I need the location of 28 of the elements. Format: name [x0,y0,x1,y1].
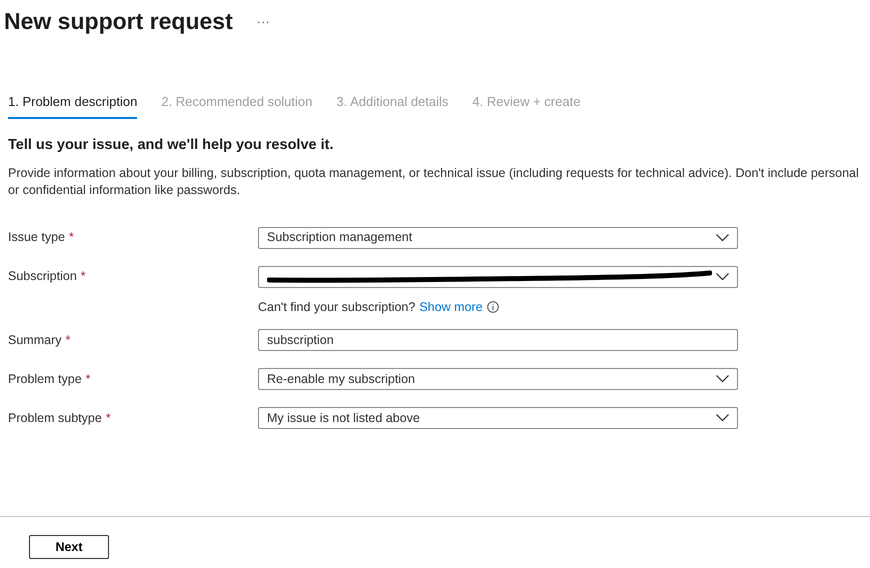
show-more-link[interactable]: Show more [419,298,483,316]
more-button[interactable]: ··· [256,12,270,32]
field-label: Subscription [8,268,77,286]
required-mark: * [68,229,74,246]
dropdown-field[interactable]: Subscription management [258,226,738,249]
chevron-down-icon [716,234,729,242]
step-tab[interactable]: 1. Problem description [8,92,138,120]
field-label: Summary [8,332,62,349]
field-label: Issue type [8,229,65,246]
dropdown-field[interactable] [258,266,738,288]
help-text: Can't find your subscription? [258,298,416,316]
info-icon [486,300,499,313]
section-heading: Tell us your issue, and we'll help you resolve it. [8,136,334,156]
page-title: New support request [4,8,233,36]
text-field[interactable]: subscription [258,329,738,352]
required-mark: * [65,332,70,349]
required-mark: * [106,410,111,427]
section-description: Provide information about your billing, subscription, quota management, or technical issue (including requests for technical advice). Don't include personal or confidential information like passwords. [8,164,860,199]
required-mark: * [86,370,91,388]
chevron-down-icon [716,414,729,422]
field-label: Problem type [8,370,82,388]
field-label: Problem subtype [8,410,102,427]
required-mark: * [80,268,86,286]
dropdown-field[interactable]: Re-enable my subscription [258,368,738,390]
dropdown-field[interactable]: My issue is not listed above [258,407,738,430]
chevron-down-icon [716,272,729,281]
next-button[interactable]: Next [29,535,109,559]
chevron-down-icon [716,375,729,384]
